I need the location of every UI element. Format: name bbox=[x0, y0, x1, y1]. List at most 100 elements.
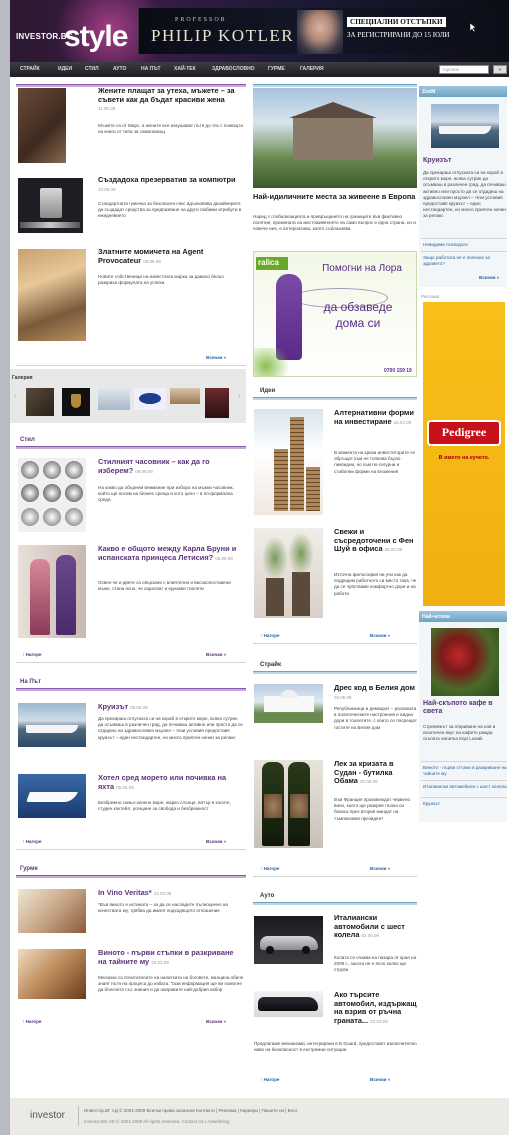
straik-article-title-2[interactable]: Лек за кризата в Судан - бутилка Обама 2… bbox=[334, 759, 418, 786]
footer-logo[interactable]: investor bbox=[30, 1110, 65, 1121]
section-heading-stil[interactable]: Стил bbox=[20, 437, 35, 443]
gallery-next-icon[interactable]: › bbox=[238, 393, 240, 400]
section-heading-straik[interactable]: Страйк bbox=[260, 662, 281, 668]
popular-link-2[interactable]: Италиански автомобили с шест колела bbox=[423, 784, 507, 790]
section-logo-style[interactable]: style bbox=[64, 20, 128, 54]
zoom-thumb-cruise[interactable] bbox=[431, 104, 499, 148]
article-thumb-watches[interactable] bbox=[18, 458, 86, 532]
nav-item-straik[interactable]: СТРАЙК bbox=[20, 66, 40, 72]
gurme-article-text-1: *Във виното е истината – за да се наслад… bbox=[98, 902, 228, 914]
left-top-more-link[interactable]: Всички » bbox=[206, 355, 226, 360]
gallery-thumb-6[interactable] bbox=[205, 388, 229, 418]
gallery-thumb-yacht[interactable] bbox=[98, 388, 130, 410]
article-title-1[interactable]: Жените плащат за утеха, мъжете – за съве… bbox=[98, 86, 244, 113]
article-thumb-wine-tasting[interactable] bbox=[18, 949, 86, 999]
idei-more-link[interactable]: Всички » bbox=[370, 633, 390, 638]
zoom-more-link[interactable]: Всички » bbox=[479, 275, 499, 280]
article-thumb-yacht[interactable] bbox=[18, 774, 86, 818]
naput-more-link[interactable]: Всички » bbox=[206, 839, 226, 844]
article-thumb-cruise[interactable] bbox=[18, 703, 86, 747]
stil-article-title-1[interactable]: Стилният часовник – как да го изберем? 0… bbox=[98, 457, 244, 475]
feature-title[interactable]: Най-идиличните места за живеене в Европа bbox=[253, 192, 417, 202]
nav-item-galeria[interactable]: ГАЛЕРИЯ bbox=[300, 66, 324, 72]
zoom-title[interactable]: Круизът bbox=[423, 157, 452, 164]
straik-article-title-1[interactable]: Дрес код в Белия дом 26.05.09 bbox=[334, 683, 418, 701]
pedigree-tagline: В името на кучето. bbox=[438, 455, 490, 461]
article-title-2-text[interactable]: Създадоха презерватив за компютри bbox=[98, 175, 236, 184]
stil-top-link[interactable]: ↑ Нагоре bbox=[22, 652, 41, 657]
naput-article-title-2[interactable]: Хотел сред морето или почивка на яхта 05… bbox=[98, 773, 244, 791]
naput-bar bbox=[16, 688, 246, 691]
idei-top-link[interactable]: ↑ Нагоре bbox=[260, 633, 279, 638]
article-title-2[interactable]: Създадоха презерватив за компютри 10.06.… bbox=[98, 175, 244, 193]
section-heading-idei[interactable]: Идеи bbox=[260, 388, 275, 394]
article-title-3[interactable]: Златните момичета на Agent Provocateur 0… bbox=[98, 247, 244, 265]
gurme-more-link[interactable]: Всички » bbox=[206, 1019, 226, 1024]
gallery-prev-icon[interactable]: ‹ bbox=[14, 393, 16, 400]
footer-line1: Инвестор.БГ АД © 2001-2009 Всички права … bbox=[84, 1108, 298, 1113]
auto-thumb-armored-car[interactable] bbox=[254, 991, 323, 1017]
middle-top-bar bbox=[253, 84, 417, 87]
gurme-top-link[interactable]: ↑ Нагоре bbox=[22, 1019, 41, 1024]
section-heading-naput[interactable]: На Път bbox=[20, 679, 41, 685]
site-header: INVESTOR.BG style PROFESSOR PHILIP KOTLE… bbox=[10, 0, 509, 62]
article-thumb-condom-usb[interactable] bbox=[18, 178, 83, 233]
feature-image-house[interactable] bbox=[253, 88, 417, 188]
idei-thumb-plants[interactable] bbox=[254, 528, 323, 618]
search-button[interactable]: » bbox=[493, 65, 507, 74]
straik-article-title-1-text[interactable]: Дрес код в Белия дом bbox=[334, 683, 415, 692]
auto-more-link[interactable]: Всички » bbox=[370, 1077, 390, 1082]
straik-top-link[interactable]: ↑ Нагоре bbox=[260, 866, 279, 871]
ralica-ad[interactable]: ralica Помогни на Лора да обзаведе дома … bbox=[253, 251, 417, 377]
gallery-thumb-1[interactable] bbox=[26, 388, 54, 416]
nav-item-idei[interactable]: ИДЕИ bbox=[58, 66, 72, 72]
popular-title[interactable]: Най-скъпото кафе в света bbox=[423, 700, 507, 717]
popular-link-1[interactable]: Виното - първи стъпки в разкриване на та… bbox=[423, 765, 507, 777]
gallery-thumb-ford[interactable] bbox=[134, 388, 166, 410]
zoom-link-2[interactable]: Защо работата не е полезна за здравето? bbox=[423, 255, 507, 267]
kotler-banner[interactable]: PROFESSOR PHILIP KOTLER СПЕЦИАЛНИ ОТСТЪП… bbox=[138, 8, 509, 54]
pedigree-ad[interactable]: Pedigree В името на кучето. bbox=[423, 302, 505, 606]
article-thumb-wine[interactable] bbox=[18, 889, 86, 933]
auto-top-link[interactable]: ↑ Нагоре bbox=[260, 1077, 279, 1082]
article-thumb-carla-bruni[interactable] bbox=[18, 545, 86, 638]
article-thumb-women[interactable] bbox=[18, 88, 66, 163]
gurme-article-title-2[interactable]: Виното - първи стъпки в разкриване на та… bbox=[98, 948, 244, 966]
idei-article-title-1[interactable]: Алтернативни форми на инвестиране 16.03.… bbox=[334, 408, 418, 426]
nav-item-zdravoslovno[interactable]: ЗДРАВОСЛОВНО bbox=[212, 66, 255, 72]
nav-item-haitek[interactable]: ХАЙ-ТЕК bbox=[174, 66, 196, 72]
stil-article-title-2[interactable]: Какво е общото между Карла Бруни и испан… bbox=[98, 544, 244, 562]
gallery-thumb-5[interactable] bbox=[170, 388, 200, 404]
idei-article-date-2: 26.02.09 bbox=[384, 547, 403, 553]
auto-top-label: Нагоре bbox=[263, 1077, 280, 1082]
naput-article-title-1-text[interactable]: Круизът bbox=[98, 702, 128, 711]
article-text-3: Новите собственици на известната марка з… bbox=[98, 274, 224, 286]
section-heading-auto[interactable]: Ауто bbox=[260, 893, 274, 899]
stil-article-date-2: 05.06.09 bbox=[215, 555, 233, 561]
zoom-link-1[interactable]: Невидими псеводоги bbox=[423, 242, 507, 248]
straik-more-link[interactable]: Всички » bbox=[370, 866, 390, 871]
gurme-article-title-1-text[interactable]: In Vino Veritas* bbox=[98, 888, 152, 897]
nav-item-stil[interactable]: СТИЛ bbox=[85, 66, 99, 72]
straik-thumb-obama-wine[interactable] bbox=[254, 760, 323, 848]
naput-top-link[interactable]: ↑ Нагоре bbox=[22, 839, 41, 844]
article-thumb-agent-provocateur[interactable] bbox=[18, 249, 86, 341]
section-heading-gurme[interactable]: Гурме bbox=[20, 866, 38, 872]
popular-thumb-coffee[interactable] bbox=[431, 628, 499, 696]
auto-article-title-2[interactable]: Ако търсите автомобил, издържащ на взрив… bbox=[334, 990, 418, 1026]
gurme-article-title-1[interactable]: In Vino Veritas* 24.03.09 bbox=[98, 888, 244, 898]
nav-item-naput[interactable]: НА ПЪТ bbox=[141, 66, 161, 72]
search-input[interactable]: търсене bbox=[439, 65, 489, 74]
auto-article-title-1[interactable]: Италиански автомобили с шест колела 02.0… bbox=[334, 913, 418, 940]
stil-article-title-1-text[interactable]: Стилният часовник – как да го изберем? bbox=[98, 457, 210, 475]
popular-link-3[interactable]: Круизът bbox=[423, 801, 507, 807]
cursor-icon bbox=[469, 22, 477, 32]
stil-more-link[interactable]: Всички » bbox=[206, 652, 226, 657]
naput-article-title-1[interactable]: Круизът 08.06.09 bbox=[98, 702, 244, 712]
nav-item-auto[interactable]: АУТО bbox=[113, 66, 126, 72]
nav-item-gurme[interactable]: ГУРМЕ bbox=[268, 66, 285, 72]
gallery-thumb-lamborghini[interactable] bbox=[62, 388, 90, 416]
idei-thumb-coins[interactable] bbox=[254, 409, 323, 515]
idei-article-title-2[interactable]: Свежи и съсредоточени с Фен Шуй в офиса … bbox=[334, 527, 418, 554]
article-title-1-text[interactable]: Жените плащат за утеха, мъжете – за съве… bbox=[98, 86, 235, 104]
